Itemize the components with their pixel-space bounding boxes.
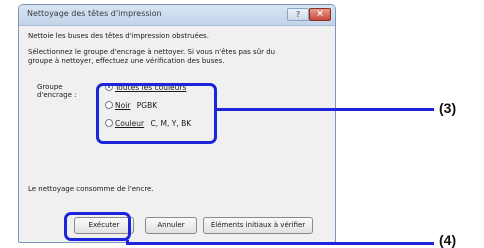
- execute-callout-line: [126, 242, 434, 245]
- help-button[interactable]: ?: [287, 8, 309, 21]
- close-button[interactable]: ×: [309, 8, 331, 21]
- ink-note: Le nettoyage consomme de l'encre.: [28, 185, 154, 193]
- execute-highlight: [64, 212, 131, 241]
- cancel-button[interactable]: Annuler: [145, 217, 197, 234]
- intro-text: Nettoie les buses des têtes d'impression…: [28, 32, 209, 40]
- instruction-line-1: Sélectionnez le groupe d'encrage à netto…: [28, 48, 276, 56]
- help-icon: ?: [295, 10, 301, 19]
- group-label-line1: Groupe: [37, 83, 63, 91]
- instruction-line-2: groupe à nettoyer, effectuez une vérific…: [28, 57, 225, 65]
- options-callout-label: (3): [439, 100, 457, 116]
- options-highlight: [96, 83, 217, 144]
- title-bar: Nettoyage des têtes d'impression ? ×: [19, 5, 335, 26]
- group-label-line2: d'encrage :: [37, 91, 77, 99]
- initial-check-items-button[interactable]: Éléments initiaux à vérifier: [203, 217, 313, 234]
- close-icon: ×: [316, 9, 324, 19]
- execute-callout-label: (4): [439, 232, 457, 248]
- dialog-title: Nettoyage des têtes d'impression: [27, 9, 162, 18]
- options-callout-line: [217, 108, 434, 111]
- group-label: Groupe d'encrage :: [37, 83, 76, 99]
